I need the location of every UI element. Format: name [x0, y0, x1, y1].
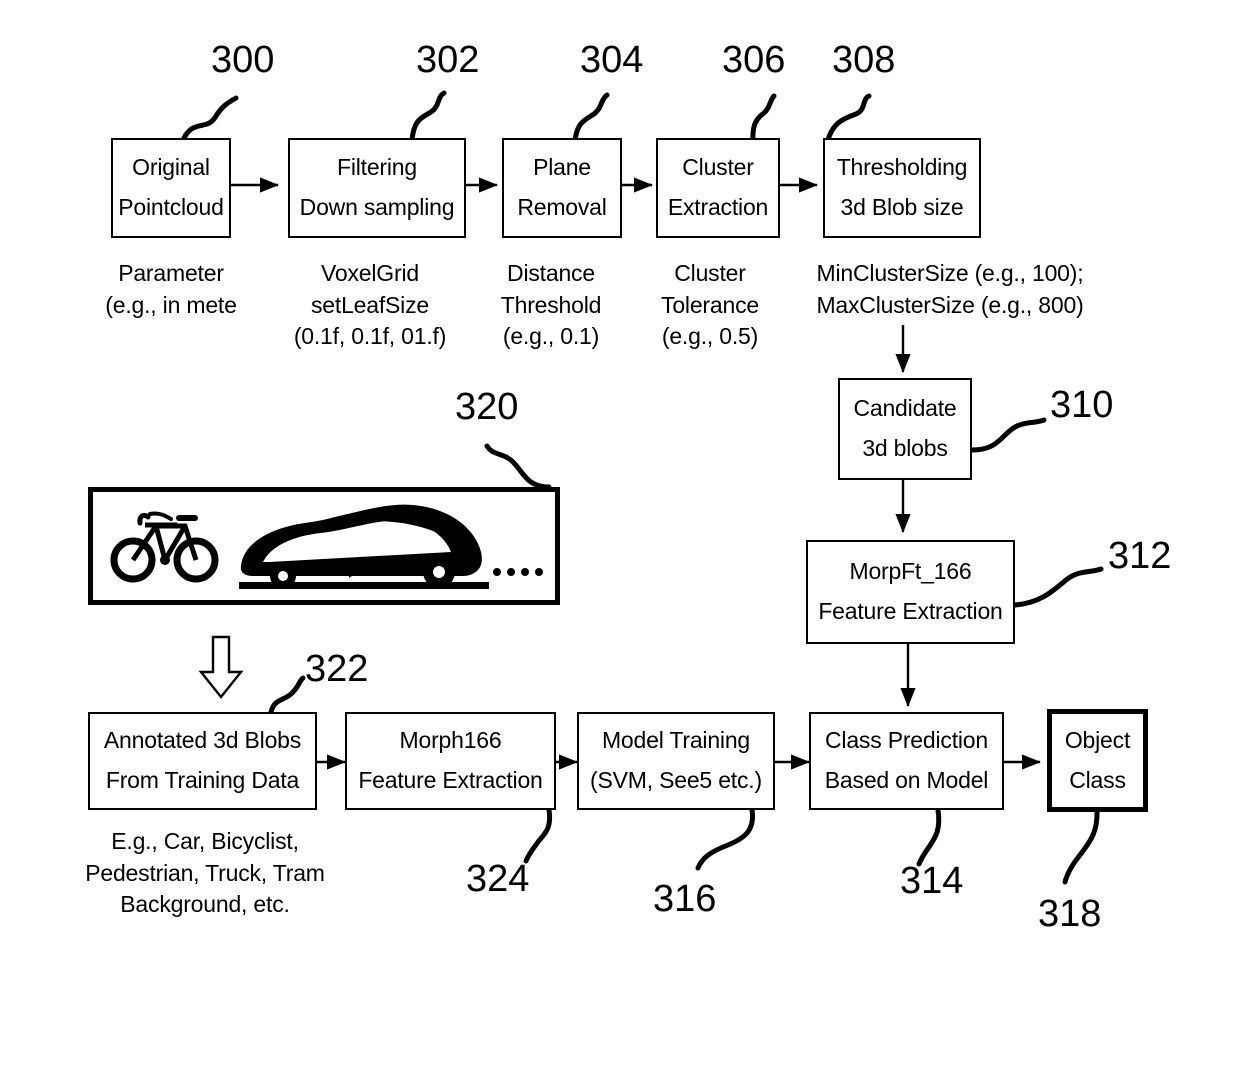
leader-306	[750, 93, 777, 144]
node-annotated-3d-blobs[interactable]: Annotated 3d Blobs From Training Data	[88, 712, 317, 810]
node-line: Class	[1069, 766, 1126, 793]
node-line: Feature Extraction	[358, 767, 543, 793]
caption-line: (e.g., 0.5)	[661, 323, 759, 350]
node-line: Extraction	[667, 194, 769, 220]
node-line: Plane	[533, 154, 591, 181]
caption-line: E.g., Car, Bicyclist,	[111, 828, 299, 854]
bicycle-icon	[110, 511, 219, 583]
node-cluster-extraction[interactable]: Cluster Extraction	[656, 138, 780, 238]
node-line: Object	[1064, 726, 1131, 753]
node-morpft166-feature-extraction[interactable]: MorpFt_166 Feature Extraction	[806, 540, 1015, 644]
node-line: Cluster	[682, 154, 754, 181]
refnum-312: 312	[1108, 535, 1172, 577]
refnum-300: 300	[211, 39, 275, 81]
figure-canvas: Original Pointcloud Filtering Down sampl…	[0, 0, 1240, 1066]
node-object-class[interactable]: Object Class	[1047, 709, 1148, 812]
refnum-308: 308	[832, 39, 896, 81]
node-line: Based on Model	[824, 767, 989, 793]
caption-line: Distance	[507, 260, 595, 286]
leader-304	[572, 92, 610, 144]
refnum-322: 322	[305, 648, 369, 690]
illustration-box-320	[88, 487, 560, 605]
caption-line: Threshold	[500, 291, 602, 318]
leader-302	[409, 90, 447, 143]
node-line: Removal	[517, 194, 607, 220]
node-line: Filtering	[336, 154, 417, 181]
caption-line: Background, etc.	[120, 891, 290, 918]
caption-308: MinClusterSize (e.g., 100); MaxClusterSi…	[816, 258, 1083, 321]
node-thresholding-blob-size[interactable]: Thresholding 3d Blob size	[823, 138, 981, 238]
node-morph166-feature-extraction[interactable]: Morph166 Feature Extraction	[345, 712, 556, 810]
node-model-training[interactable]: Model Training (SVM, See5 etc.)	[577, 712, 775, 810]
node-line: Feature Extraction	[818, 598, 1003, 624]
node-line: From Training Data	[105, 767, 300, 793]
caption-line: (e.g., 0.1)	[502, 323, 600, 350]
caption-line: setLeafSize	[311, 291, 429, 318]
caption-302: VoxelGrid setLeafSize (0.1f, 0.1f, 01.f)	[293, 258, 447, 353]
leader-312	[1012, 566, 1104, 608]
caption-line: Pedestrian, Truck, Tram	[85, 859, 325, 886]
node-line: Pointcloud	[118, 194, 224, 220]
ellipsis-dots	[493, 568, 543, 576]
node-line: Candidate	[853, 395, 957, 422]
leader-320	[484, 443, 552, 490]
refnum-316: 316	[653, 878, 717, 920]
node-line: Morph166	[399, 727, 502, 754]
caption-300: Parameter (e.g., in mete	[105, 258, 237, 321]
caption-line: Tolerance	[661, 291, 759, 318]
leader-308	[825, 93, 872, 143]
refnum-304: 304	[580, 39, 644, 81]
node-filtering-downsampling[interactable]: Filtering Down sampling	[288, 138, 466, 238]
node-plane-removal[interactable]: Plane Removal	[502, 138, 622, 238]
caption-line: MinClusterSize (e.g., 100);	[816, 260, 1084, 286]
caption-line: MaxClusterSize (e.g., 800)	[816, 291, 1084, 318]
refnum-314: 314	[900, 860, 964, 902]
node-candidate-3d-blobs[interactable]: Candidate 3d blobs	[838, 378, 972, 480]
refnum-320: 320	[455, 386, 519, 428]
node-line: MorpFt_166	[849, 558, 972, 585]
caption-306: Cluster Tolerance (e.g., 0.5)	[661, 258, 759, 353]
node-line: Original	[132, 154, 210, 181]
node-class-prediction[interactable]: Class Prediction Based on Model	[809, 712, 1004, 810]
node-line: 3d Blob size	[840, 194, 964, 220]
caption-line: (0.1f, 0.1f, 01.f)	[293, 323, 447, 350]
leader-314	[916, 807, 942, 867]
caption-line: (e.g., in mete	[105, 291, 237, 318]
leader-324	[523, 807, 553, 864]
refnum-324: 324	[466, 858, 530, 900]
caption-304: Distance Threshold (e.g., 0.1)	[500, 258, 602, 353]
caption-322-classes: E.g., Car, Bicyclist, Pedestrian, Truck,…	[85, 826, 325, 921]
node-line: Down sampling	[299, 194, 455, 220]
leader-318	[1062, 807, 1100, 885]
illustration-graphics	[110, 504, 543, 589]
caption-line: VoxelGrid	[321, 260, 419, 286]
node-line: Thresholding	[836, 154, 968, 181]
node-line: Class Prediction	[825, 727, 988, 754]
leader-300	[180, 95, 239, 143]
node-line: Model Training	[601, 727, 751, 754]
leader-316	[695, 807, 756, 871]
hollow-down-arrow	[198, 635, 244, 699]
caption-line: Cluster	[674, 260, 746, 286]
node-line: 3d blobs	[862, 435, 948, 461]
refnum-318: 318	[1038, 893, 1102, 935]
leader-310	[969, 417, 1047, 453]
refnum-306: 306	[722, 39, 786, 81]
node-line: (SVM, See5 etc.)	[590, 767, 762, 793]
refnum-302: 302	[416, 39, 480, 81]
refnum-310: 310	[1050, 384, 1114, 426]
node-line: Annotated 3d Blobs	[103, 727, 302, 754]
caption-line: Parameter	[118, 260, 224, 286]
car-icon	[239, 504, 489, 589]
node-original-pointcloud[interactable]: Original Pointcloud	[111, 138, 231, 238]
